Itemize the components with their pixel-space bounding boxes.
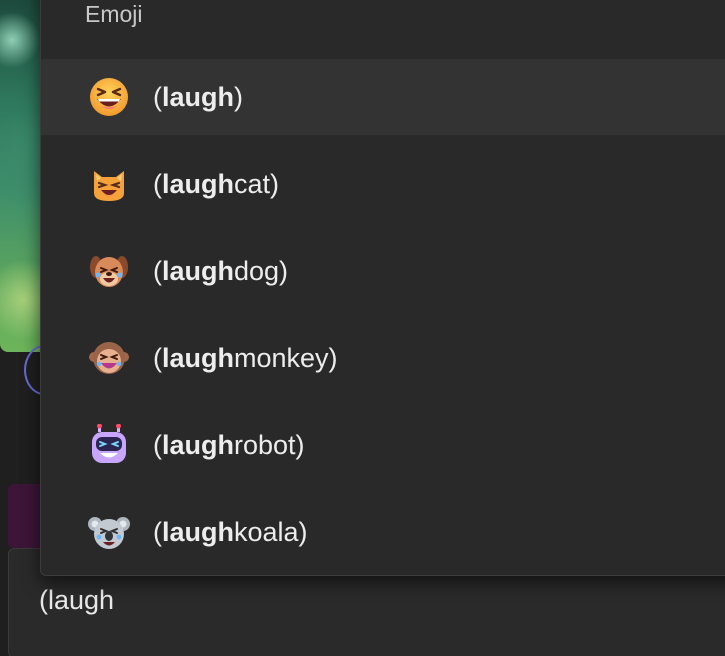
chat-window: (laugh Emoji (laugh) (laughcat) (laughdo… [0, 0, 725, 656]
emoji-option-laughrobot[interactable]: (laughrobot) [41, 407, 725, 483]
emoji-suggestion-list: (laugh) (laughcat) (laughdog) (laughmonk… [41, 59, 725, 581]
laughing-cat-emoji-icon [87, 162, 131, 206]
emoji-option-laughmonkey[interactable]: (laughmonkey) [41, 320, 725, 396]
emoji-option-label: (laughmonkey) [153, 342, 338, 373]
background-image [0, 0, 44, 352]
emoji-option-label: (laughdog) [153, 255, 289, 286]
emoji-option-laughkoala[interactable]: (laughkoala) [41, 494, 725, 570]
emoji-option-laughcat[interactable]: (laughcat) [41, 146, 725, 222]
laughing-dog-emoji-icon [87, 249, 131, 293]
emoji-suggestion-popup: Emoji (laugh) (laughcat) (laughdog) (lau… [40, 0, 725, 576]
laughing-monkey-emoji-icon [87, 336, 131, 380]
popup-header: Emoji [85, 1, 143, 27]
emoji-option-label: (laughkoala) [153, 516, 308, 547]
laughing-face-emoji-icon [87, 75, 131, 119]
laughing-koala-emoji-icon [87, 510, 131, 554]
emoji-option-label: (laughrobot) [153, 429, 305, 460]
laughing-robot-emoji-icon [87, 423, 131, 467]
emoji-option-label: (laugh) [153, 81, 243, 112]
emoji-option-laughdog[interactable]: (laughdog) [41, 233, 725, 309]
compose-input-text[interactable]: (laugh [39, 585, 114, 616]
emoji-option-laugh[interactable]: (laugh) [41, 59, 725, 135]
emoji-option-label: (laughcat) [153, 168, 280, 199]
